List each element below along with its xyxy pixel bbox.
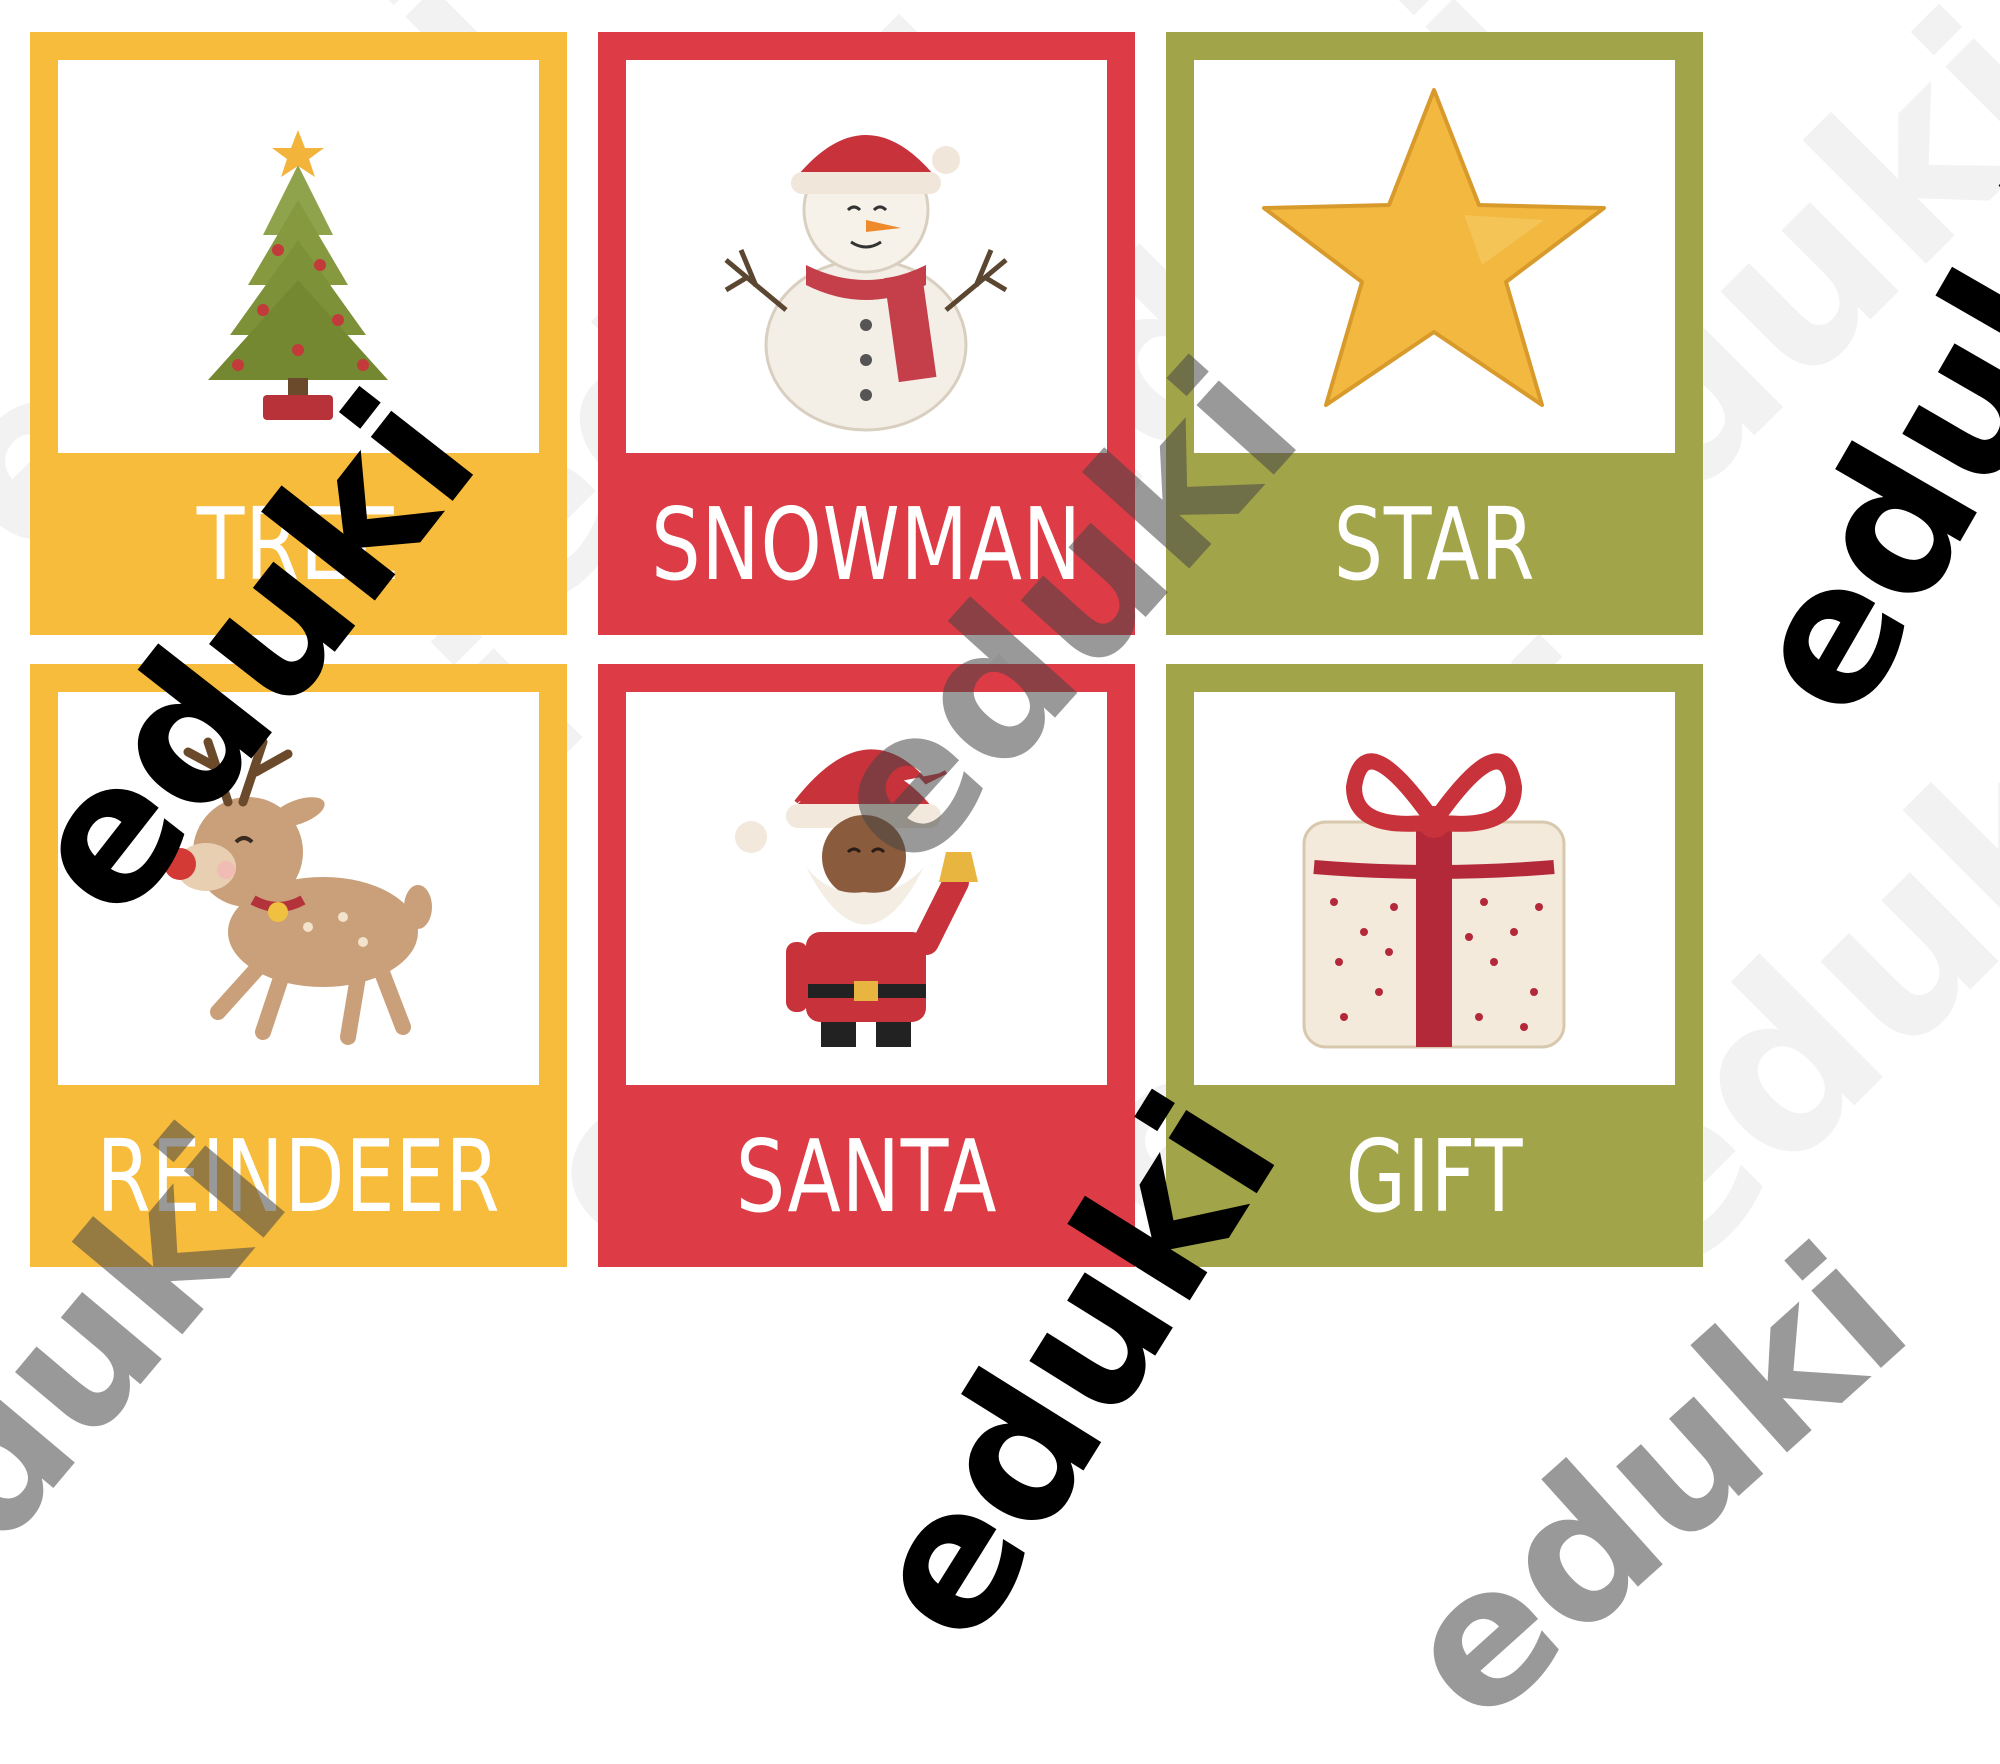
flashcard-label: TREE [196, 485, 401, 603]
flashcard-image-frame [58, 692, 539, 1085]
watermark-text: eduki [1700, 127, 2000, 751]
flashcard-image-frame [626, 60, 1107, 453]
flashcard-label: SNOWMAN [651, 485, 1082, 603]
watermark-text: eduki [1360, 1204, 1948, 1764]
flashcard-label: STAR [1333, 485, 1536, 603]
flashcard-image-frame [626, 692, 1107, 1085]
flashcard-image-frame [1194, 60, 1675, 453]
flashcard-label: GIFT [1345, 1117, 1524, 1235]
flashcard-star: STAR [1166, 32, 1703, 635]
flashcard-tree: TREE [30, 32, 567, 635]
flashcard-snowman: SNOWMAN [598, 32, 1135, 635]
flashcard-santa: SANTA [598, 664, 1135, 1267]
flashcard-label: REINDEER [96, 1117, 501, 1235]
flashcard-image-frame [58, 60, 539, 453]
flashcard-label: SANTA [735, 1117, 998, 1235]
flashcard-reindeer: REINDEER [30, 664, 567, 1267]
flashcard-image-frame [1194, 692, 1675, 1085]
flashcard-gift: GIFT [1166, 664, 1703, 1267]
